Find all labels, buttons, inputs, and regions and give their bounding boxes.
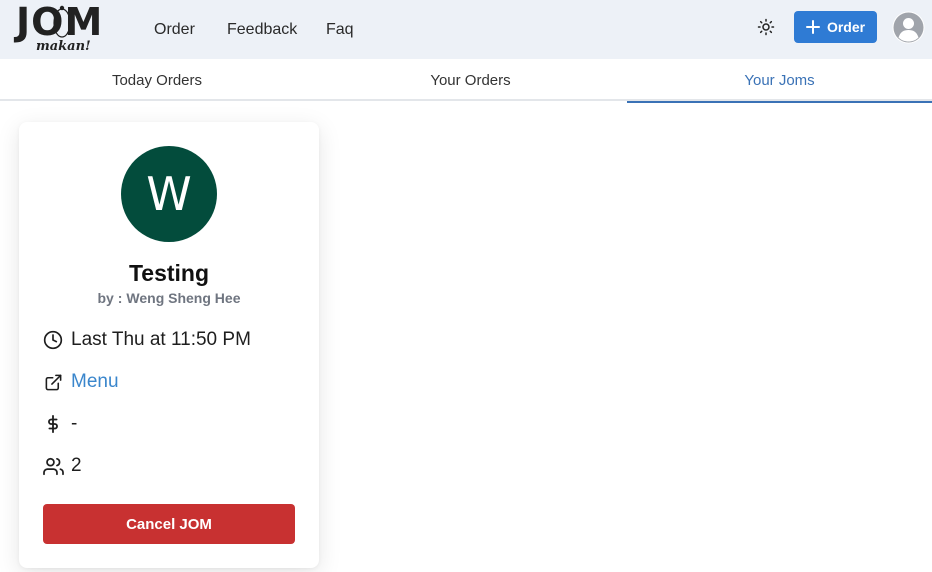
jom-price-row: - <box>42 412 77 436</box>
jom-card: W Testing by : Weng Sheng Hee Last Thu at… <box>19 122 319 568</box>
logo-makan-text: makan! <box>36 39 91 54</box>
users-icon <box>42 455 64 477</box>
jom-owner: by : Weng Sheng Hee <box>19 290 319 306</box>
nav-feedback: Feedback <box>227 0 297 59</box>
new-order-button[interactable]: Order <box>794 11 877 43</box>
jom-menu-row: Menu <box>42 370 119 394</box>
external-link-icon <box>42 371 64 393</box>
jom-title: Testing <box>128 260 210 286</box>
jom-price: - <box>71 413 78 434</box>
logo-jom-text: JOM <box>16 0 104 44</box>
nav-feedback-link[interactable]: Feedback <box>227 21 297 39</box>
jom-makan-logo[interactable]: JOM makan! <box>14 0 114 58</box>
order-tabs: Today Orders Your Orders Your Joms <box>0 59 932 103</box>
user-circle-icon <box>892 11 925 44</box>
jom-time-row: Last Thu at 11:50 PM <box>42 328 251 352</box>
jom-people-row: 2 <box>42 454 82 478</box>
owner-prefix: by : <box>97 290 123 306</box>
plus-icon <box>805 20 820 34</box>
nav-order: Order <box>154 0 195 59</box>
nav-faq-link[interactable]: Faq <box>326 21 354 39</box>
theme-toggle-button[interactable] <box>754 15 778 39</box>
tab-your-joms[interactable]: Your Joms <box>627 59 932 103</box>
nav-faq: Faq <box>326 0 354 59</box>
cancel-jom-button[interactable]: Cancel JOM <box>43 504 295 544</box>
nav-order-link[interactable]: Order <box>154 21 195 39</box>
top-navbar: JOM makan! Order Feedback Faq Order <box>0 0 932 59</box>
tab-your-orders[interactable]: Your Orders <box>314 59 627 101</box>
account-menu-button[interactable] <box>892 11 925 44</box>
menu-link[interactable]: Menu <box>71 371 119 393</box>
sun-icon <box>757 18 775 36</box>
clock-icon <box>42 329 64 351</box>
avatar: W <box>121 146 217 242</box>
jom-time: Last Thu at 11:50 PM <box>71 329 251 350</box>
jom-people-count: 2 <box>71 455 82 476</box>
owner-name: Weng Sheng Hee <box>126 290 241 306</box>
dollar-icon <box>42 413 64 435</box>
new-order-label: Order <box>826 19 866 35</box>
tab-today-orders[interactable]: Today Orders <box>0 59 314 101</box>
